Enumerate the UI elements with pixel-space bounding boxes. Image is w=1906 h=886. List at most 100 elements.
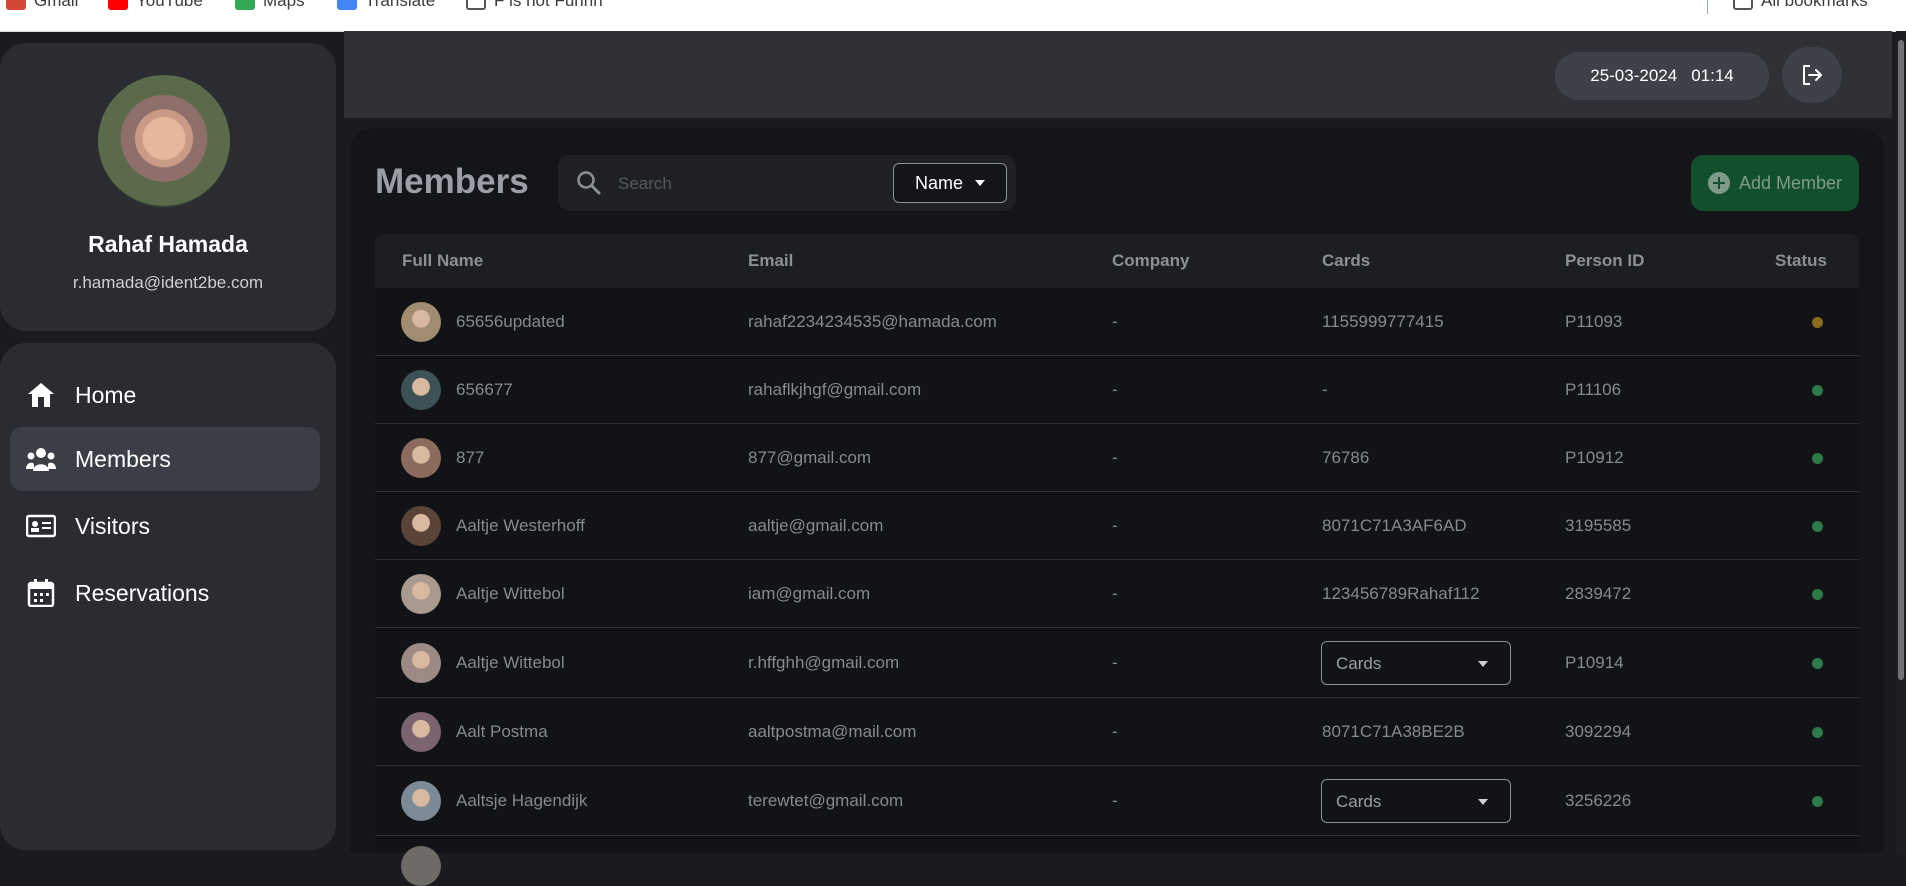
bookmark-youtube[interactable]: YouTube — [108, 0, 203, 11]
gmail-icon — [6, 0, 26, 10]
row-company: - — [1112, 722, 1118, 741]
avatar — [401, 506, 441, 546]
bookmark-maps[interactable]: Maps — [235, 0, 305, 11]
bookmarks-bar: Gmail YouTube Maps Translate F is not Fu… — [0, 0, 1906, 32]
row-person-id: P11106 — [1565, 380, 1622, 399]
row-email: aaltje@gmail.com — [748, 516, 884, 535]
avatar — [401, 643, 441, 683]
cards-select[interactable]: Cards — [1321, 779, 1511, 823]
row-cards: 8071C71A3AF6AD — [1322, 516, 1467, 535]
time-text: 01:14 — [1691, 66, 1734, 85]
sidebar-item-home[interactable]: Home — [10, 363, 320, 427]
search-icon — [577, 171, 601, 195]
row-company: - — [1112, 312, 1118, 331]
table-row[interactable]: Aaltje Wittebol iam@gmail.com - 12345678… — [375, 560, 1859, 628]
row-company: - — [1112, 516, 1118, 535]
plus-circle-icon — [1707, 172, 1730, 194]
row-email: aaltpostma@mail.com — [748, 722, 917, 741]
row-person-id: 2839472 — [1565, 584, 1632, 603]
table-row[interactable]: Aaltje Westerhoff aaltje@gmail.com - 807… — [375, 492, 1859, 560]
row-cards: 8071C71A38BE2B — [1322, 722, 1465, 741]
row-company: - — [1112, 380, 1118, 399]
avatar — [401, 370, 441, 410]
status-indicator — [1812, 796, 1823, 807]
search-field-value: Name — [914, 172, 963, 193]
avatar — [401, 438, 441, 478]
table-row[interactable]: 65656updated rahaf2234234535@hamada.com … — [375, 288, 1859, 356]
sidebar-item-label: Members — [75, 445, 171, 472]
bookmark-gmail[interactable]: Gmail — [6, 0, 78, 11]
folder-icon — [466, 0, 486, 10]
avatar — [401, 712, 441, 752]
avatar — [401, 846, 441, 886]
row-cards: 1155999777415 — [1322, 312, 1444, 331]
id-card-icon — [26, 514, 56, 538]
table-row[interactable]: Aaltje Wittebol r.hffghh@gmail.com - Car… — [375, 628, 1859, 698]
sidebar-item-label: Visitors — [75, 512, 150, 539]
bookmarks-divider — [1707, 0, 1708, 14]
row-person-id: 3195585 — [1565, 516, 1632, 535]
row-person-id: 3256226 — [1565, 791, 1632, 810]
scrollbar-thumb[interactable] — [1898, 40, 1904, 680]
table-row[interactable]: Aalt Postma aaltpostma@mail.com - 8071C7… — [375, 698, 1859, 766]
sidebar-item-members[interactable]: Members — [10, 427, 320, 491]
add-member-label: Add Member — [1738, 172, 1843, 193]
row-full-name: Aaltje Wittebol — [456, 653, 565, 672]
avatar — [98, 75, 230, 207]
column-full-name[interactable]: Full Name — [402, 251, 483, 271]
row-full-name: 65656updated — [456, 312, 565, 331]
table-row[interactable]: 656677 rahaflkjhgf@gmail.com - - P11106 — [375, 356, 1859, 424]
row-company: - — [1112, 448, 1118, 467]
folder-icon — [1733, 0, 1753, 10]
table-header: Full Name Email Company Cards Person ID … — [375, 234, 1859, 288]
status-indicator — [1812, 658, 1823, 669]
bookmark-folder[interactable]: F is not Funnn — [466, 0, 603, 11]
row-full-name: Aaltsje Hagendijk — [456, 791, 588, 810]
column-email[interactable]: Email — [748, 251, 793, 271]
sidebar-item-visitors[interactable]: Visitors — [10, 494, 320, 558]
youtube-icon — [108, 0, 128, 10]
row-person-id: P11093 — [1565, 312, 1623, 331]
column-cards[interactable]: Cards — [1322, 251, 1370, 271]
maps-icon — [235, 0, 255, 10]
table-row[interactable]: Aaltsje Hagendijk terewtet@gmail.com - C… — [375, 766, 1859, 836]
chevron-down-icon — [975, 180, 985, 186]
logout-button[interactable] — [1782, 47, 1842, 103]
profile-card: Rahaf Hamada r.hamada@ident2be.com — [0, 43, 336, 331]
column-person-id[interactable]: Person ID — [1565, 251, 1644, 271]
add-member-button[interactable]: Add Member — [1691, 155, 1859, 211]
row-full-name: Aalt Postma — [456, 722, 548, 741]
all-bookmarks[interactable]: All bookmarks — [1733, 0, 1868, 11]
status-indicator — [1812, 453, 1823, 464]
sidebar-item-reservations[interactable]: Reservations — [10, 561, 320, 625]
row-person-id: 3092294 — [1565, 722, 1632, 741]
avatar — [401, 574, 441, 614]
chevron-down-icon — [1478, 661, 1488, 667]
row-company: - — [1112, 584, 1118, 603]
row-email: rahaflkjhgf@gmail.com — [748, 380, 922, 399]
row-email: terewtet@gmail.com — [748, 791, 904, 810]
column-status[interactable]: Status — [1775, 251, 1827, 271]
profile-email: r.hamada@ident2be.com — [72, 273, 264, 292]
cards-select-value: Cards — [1336, 654, 1382, 673]
status-indicator — [1812, 317, 1823, 328]
table-row[interactable]: 877 877@gmail.com - 76786 P10912 — [375, 424, 1859, 492]
status-indicator — [1812, 589, 1823, 600]
row-cards: 123456789Rahaf112 — [1322, 584, 1480, 603]
search-input[interactable] — [616, 169, 860, 199]
search-field-select[interactable]: Name — [893, 163, 1007, 203]
cards-select[interactable]: Cards — [1321, 641, 1511, 685]
bookmark-translate[interactable]: Translate — [337, 0, 435, 11]
row-full-name: Aaltje Westerhoff — [456, 516, 585, 535]
search-bar: Name — [558, 155, 1016, 211]
status-indicator — [1812, 521, 1823, 532]
date-text: 25-03-2024 — [1590, 66, 1678, 85]
table-row[interactable] — [375, 836, 1859, 886]
column-company[interactable]: Company — [1112, 251, 1189, 271]
cards-select-value: Cards — [1336, 792, 1382, 811]
chevron-down-icon — [1478, 799, 1488, 805]
row-email: 877@gmail.com — [748, 448, 872, 467]
translate-icon — [337, 0, 357, 10]
status-indicator — [1812, 727, 1823, 738]
row-company: - — [1112, 791, 1118, 810]
